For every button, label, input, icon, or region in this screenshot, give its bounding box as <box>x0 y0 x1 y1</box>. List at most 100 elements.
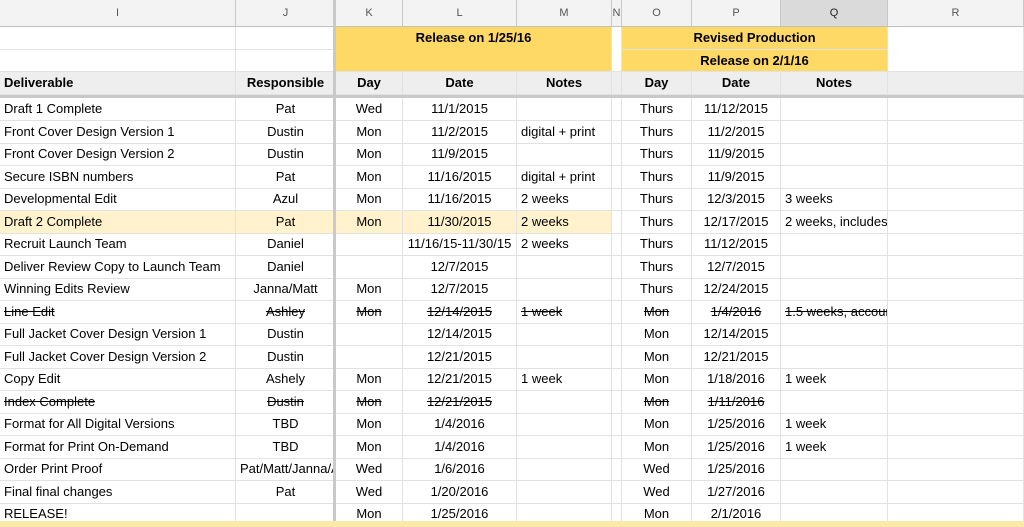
cell-day2[interactable]: Mon <box>622 436 692 459</box>
empty-cell[interactable] <box>612 211 622 234</box>
empty-cell[interactable] <box>888 256 1024 279</box>
empty-cell[interactable] <box>888 143 1024 166</box>
cell-deliverable[interactable]: Full Jacket Cover Design Version 1 <box>0 323 236 346</box>
column-header-n[interactable]: N <box>612 0 622 26</box>
empty-cell[interactable] <box>888 368 1024 391</box>
cell-day1[interactable]: Mon <box>336 301 403 324</box>
cell-day1[interactable]: Mon <box>336 391 403 414</box>
header-deliverable[interactable]: Deliverable <box>0 72 236 95</box>
cell-deliverable[interactable]: Draft 2 Complete <box>0 211 236 234</box>
cell-date1[interactable]: 1/4/2016 <box>403 413 517 436</box>
cell-notes2[interactable] <box>781 166 888 189</box>
cell-notes1[interactable] <box>517 391 612 414</box>
empty-cell[interactable] <box>888 301 1024 324</box>
empty-cell[interactable] <box>612 98 622 121</box>
empty-cell[interactable] <box>888 233 1024 256</box>
cell-notes2[interactable] <box>781 143 888 166</box>
cell-day2[interactable]: Thurs <box>622 166 692 189</box>
cell-responsible[interactable]: Pat/Matt/Janna/Az <box>236 458 336 481</box>
cell-notes2[interactable] <box>781 481 888 504</box>
cell-day2[interactable]: Thurs <box>622 188 692 211</box>
cell-deliverable[interactable]: Copy Edit <box>0 368 236 391</box>
cell-day1[interactable]: Wed <box>336 481 403 504</box>
cell-notes1[interactable] <box>517 458 612 481</box>
cell-notes2[interactable] <box>781 233 888 256</box>
cell-day2[interactable]: Mon <box>622 413 692 436</box>
empty-cell[interactable] <box>612 346 622 369</box>
cell-deliverable[interactable]: Index Complete <box>0 391 236 414</box>
cell-date2[interactable]: 12/24/2015 <box>692 278 781 301</box>
empty-cell[interactable] <box>888 188 1024 211</box>
cell-date1[interactable]: 1/20/2016 <box>403 481 517 504</box>
cell-date2[interactable]: 11/2/2015 <box>692 121 781 144</box>
header-date2[interactable]: Date <box>692 72 781 95</box>
cell-notes1[interactable] <box>517 481 612 504</box>
cell-date2[interactable]: 12/7/2015 <box>692 256 781 279</box>
empty-cell[interactable] <box>612 323 622 346</box>
cell-notes2[interactable] <box>781 98 888 121</box>
column-header-k[interactable]: K <box>336 0 403 26</box>
cell-date2[interactable]: 1/27/2016 <box>692 481 781 504</box>
cell-date1[interactable]: 12/7/2015 <box>403 278 517 301</box>
cell-date2[interactable]: 1/4/2016 <box>692 301 781 324</box>
cell-notes2[interactable] <box>781 256 888 279</box>
cell-responsible[interactable]: Dustin <box>236 143 336 166</box>
empty-cell[interactable] <box>612 233 622 256</box>
release-1-header[interactable]: Release on 1/25/16 <box>336 27 612 72</box>
cell-date2[interactable]: 12/17/2015 <box>692 211 781 234</box>
cell-responsible[interactable]: Ashely <box>236 368 336 391</box>
cell-day2[interactable]: Thurs <box>622 98 692 121</box>
cell-notes1[interactable] <box>517 98 612 121</box>
empty-cell[interactable] <box>612 481 622 504</box>
empty-cell[interactable] <box>0 50 236 72</box>
cell-date1[interactable]: 12/14/2015 <box>403 323 517 346</box>
cell-date1[interactable]: 11/30/2015 <box>403 211 517 234</box>
cell-deliverable[interactable]: Developmental Edit <box>0 188 236 211</box>
empty-cell[interactable] <box>888 27 1024 72</box>
cell-responsible[interactable]: Daniel <box>236 256 336 279</box>
cell-day2[interactable]: Mon <box>622 323 692 346</box>
cell-deliverable[interactable]: Secure ISBN numbers <box>0 166 236 189</box>
cell-notes1[interactable] <box>517 413 612 436</box>
cell-deliverable[interactable]: Format for Print On-Demand <box>0 436 236 459</box>
cell-notes1[interactable]: 2 weeks <box>517 233 612 256</box>
empty-cell[interactable] <box>888 98 1024 121</box>
cell-deliverable[interactable]: Winning Edits Review <box>0 278 236 301</box>
cell-day1[interactable]: Mon <box>336 436 403 459</box>
empty-cell[interactable] <box>888 391 1024 414</box>
cell-notes1[interactable] <box>517 436 612 459</box>
cell-date1[interactable]: 12/21/2015 <box>403 346 517 369</box>
empty-cell[interactable] <box>612 391 622 414</box>
cell-responsible[interactable]: Pat <box>236 211 336 234</box>
cell-date1[interactable]: 1/6/2016 <box>403 458 517 481</box>
frozen-row-divider[interactable] <box>0 95 1024 98</box>
empty-cell[interactable] <box>612 368 622 391</box>
cell-notes1[interactable] <box>517 143 612 166</box>
cell-day1[interactable] <box>336 233 403 256</box>
cell-notes2[interactable] <box>781 458 888 481</box>
column-header-i[interactable]: I <box>0 0 236 26</box>
column-header-m[interactable]: M <box>517 0 612 26</box>
header-day2[interactable]: Day <box>622 72 692 95</box>
empty-cell[interactable] <box>236 50 336 72</box>
empty-cell[interactable] <box>612 458 622 481</box>
cell-day1[interactable]: Mon <box>336 413 403 436</box>
cell-responsible[interactable]: TBD <box>236 413 336 436</box>
empty-cell[interactable] <box>612 188 622 211</box>
header-notes2[interactable]: Notes <box>781 72 888 95</box>
cell-responsible[interactable]: Dustin <box>236 346 336 369</box>
header-empty[interactable] <box>612 72 622 95</box>
cell-day2[interactable]: Mon <box>622 368 692 391</box>
cell-deliverable[interactable]: Recruit Launch Team <box>0 233 236 256</box>
cell-responsible[interactable]: Janna/Matt <box>236 278 336 301</box>
cell-date2[interactable]: 12/3/2015 <box>692 188 781 211</box>
cell-notes1[interactable] <box>517 278 612 301</box>
empty-cell[interactable] <box>888 458 1024 481</box>
frozen-column-divider[interactable] <box>333 0 336 527</box>
cell-date1[interactable]: 11/2/2015 <box>403 121 517 144</box>
cell-notes1[interactable]: 2 weeks <box>517 188 612 211</box>
cell-notes1[interactable]: 2 weeks <box>517 211 612 234</box>
column-header-r[interactable]: R <box>888 0 1024 26</box>
cell-notes2[interactable] <box>781 121 888 144</box>
cell-date2[interactable]: 11/9/2015 <box>692 166 781 189</box>
